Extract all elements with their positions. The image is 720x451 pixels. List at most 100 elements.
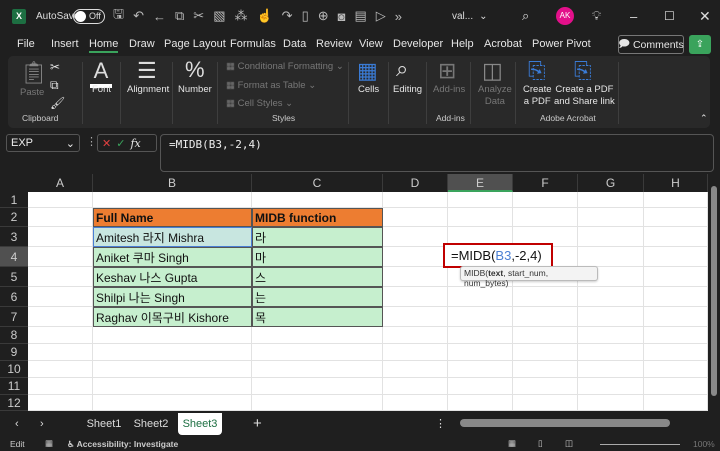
- format-as-table-button[interactable]: ▦ Format as Table ⌄: [226, 80, 316, 91]
- row-header-8[interactable]: 8: [0, 327, 28, 344]
- prev-sheet-icon[interactable]: ‹: [15, 413, 19, 435]
- image-icon[interactable]: ▧: [213, 8, 225, 24]
- midb-result-cell[interactable]: 스: [252, 267, 383, 287]
- row-header-11[interactable]: 11: [0, 378, 28, 395]
- tab-file[interactable]: File: [17, 38, 35, 50]
- add-sheet-icon[interactable]: +: [253, 413, 262, 435]
- column-header-c[interactable]: C: [252, 174, 383, 192]
- pdf-icon[interactable]: ⎘: [528, 58, 546, 84]
- page-break-view-icon[interactable]: ◫: [565, 438, 573, 449]
- minimize-icon[interactable]: –: [630, 0, 637, 32]
- format-icon[interactable]: ⁂: [234, 8, 247, 24]
- share-button[interactable]: ⇪: [689, 35, 711, 54]
- tab-draw[interactable]: Draw: [129, 38, 155, 50]
- tab-data[interactable]: Data: [283, 38, 306, 50]
- zoom-level[interactable]: 100%: [693, 439, 715, 449]
- strike-icon[interactable]: ⊕: [318, 8, 329, 24]
- search-icon[interactable]: ⌕: [522, 0, 529, 32]
- alignment-button[interactable]: Alignment: [127, 84, 169, 95]
- full-name-cell[interactable]: Shilpi 나는 Singh: [93, 287, 252, 307]
- create-share-pdf-button[interactable]: Create a PDF and Share link: [554, 84, 615, 108]
- tab-view[interactable]: View: [359, 38, 383, 50]
- full-name-cell[interactable]: Keshav 나스 Gupta: [93, 267, 252, 287]
- maximize-icon[interactable]: ☐: [664, 0, 675, 32]
- full-name-cell[interactable]: Aniket 쿠마 Singh: [93, 247, 252, 267]
- file-name[interactable]: val...: [452, 11, 473, 22]
- tab-help[interactable]: Help: [451, 38, 474, 50]
- tab-formulas[interactable]: Formulas: [230, 38, 276, 50]
- analyze-data-icon[interactable]: ◫: [482, 58, 503, 84]
- full-name-cell[interactable]: Amitesh 라지 Mishra: [93, 227, 252, 247]
- midb-result-cell[interactable]: 는: [252, 287, 383, 307]
- collapse-ribbon-icon[interactable]: ⌃: [700, 113, 708, 124]
- touch-icon[interactable]: ☝: [256, 8, 272, 24]
- number-button[interactable]: Number: [178, 84, 212, 95]
- avatar[interactable]: AK: [556, 7, 574, 25]
- tab-sheet1[interactable]: Sheet1: [83, 413, 125, 435]
- editing-button[interactable]: Editing: [393, 84, 422, 95]
- row-header-6[interactable]: 6: [0, 287, 28, 307]
- camera-icon[interactable]: ◙: [338, 9, 346, 24]
- more-commands[interactable]: »: [395, 9, 402, 24]
- chevron-down-icon[interactable]: ⌄: [479, 11, 487, 22]
- close-icon[interactable]: ✕: [699, 0, 711, 32]
- paste-icon[interactable]: 📋︎: [20, 60, 48, 86]
- select-all-button[interactable]: [0, 174, 28, 192]
- tab-developer[interactable]: Developer: [393, 38, 443, 50]
- header-full-name[interactable]: Full Name: [93, 208, 252, 227]
- zoom-slider[interactable]: [600, 444, 680, 445]
- name-box[interactable]: EXP ⌄: [6, 134, 80, 152]
- cells-icon[interactable]: ▦: [357, 58, 378, 84]
- cell-e4-editor[interactable]: =MIDB(B3,-2,4): [443, 243, 553, 268]
- column-header-g[interactable]: G: [578, 174, 644, 192]
- column-header-d[interactable]: D: [383, 174, 448, 192]
- row-header-3[interactable]: 3: [0, 227, 28, 247]
- midb-result-cell[interactable]: 목: [252, 307, 383, 327]
- vertical-scrollbar[interactable]: [708, 174, 720, 411]
- comments-button[interactable]: 🗩 Comments: [618, 35, 684, 54]
- tab-sheet3[interactable]: Sheet3: [178, 413, 222, 435]
- row-header-2[interactable]: 2: [0, 208, 28, 227]
- insert-function-icon[interactable]: fx: [130, 137, 140, 150]
- row-header-1[interactable]: 1: [0, 192, 28, 208]
- cell-styles-button[interactable]: ▦ Cell Styles ⌄: [226, 98, 293, 109]
- copy-icon[interactable]: ⧉: [175, 8, 184, 24]
- midb-result-cell[interactable]: 라: [252, 227, 383, 247]
- full-name-cell[interactable]: Raghav 이목구비 Kishore: [93, 307, 252, 327]
- tab-acrobat[interactable]: Acrobat: [484, 38, 522, 50]
- row-header-10[interactable]: 10: [0, 361, 28, 378]
- tab-home[interactable]: Home: [89, 38, 119, 53]
- addins-icon[interactable]: ⊞: [438, 58, 456, 84]
- font-button[interactable]: Font: [92, 84, 111, 95]
- row-header-4[interactable]: 4: [0, 247, 28, 267]
- tab-insert[interactable]: Insert: [51, 38, 79, 50]
- percent-icon[interactable]: %: [185, 57, 205, 83]
- page-layout-view-icon[interactable]: ▯: [538, 438, 543, 449]
- search-icon[interactable]: ⌕: [396, 56, 408, 82]
- analyze-data-button[interactable]: Analyze Data: [478, 84, 512, 108]
- undo-icon[interactable]: ↶: [133, 8, 144, 24]
- format-painter-icon[interactable]: 🖌︎: [50, 96, 65, 110]
- shape-icon[interactable]: ▷: [376, 8, 386, 24]
- alignment-icon[interactable]: ☰: [137, 58, 157, 84]
- midb-result-cell[interactable]: 마: [252, 247, 383, 267]
- create-pdf-button[interactable]: Create a PDF: [523, 84, 552, 108]
- next-sheet-icon[interactable]: ›: [40, 413, 44, 435]
- column-header-h[interactable]: H: [644, 174, 708, 192]
- pdf-share-icon[interactable]: ⎘: [574, 58, 592, 84]
- conditional-formatting-button[interactable]: ▦ Conditional Formatting ⌄: [226, 61, 344, 72]
- save-icon[interactable]: 🖫: [113, 5, 124, 27]
- normal-view-icon[interactable]: ▦: [508, 438, 516, 449]
- accessibility-status[interactable]: ♿︎ Accessibility: Investigate: [67, 439, 178, 450]
- enter-icon[interactable]: ✓: [116, 137, 125, 150]
- cells-button[interactable]: Cells: [358, 84, 379, 95]
- more-icon[interactable]: ⋮: [435, 413, 446, 435]
- column-header-f[interactable]: F: [513, 174, 578, 192]
- macro-icon[interactable]: ▦: [45, 438, 53, 449]
- column-header-a[interactable]: A: [28, 174, 93, 192]
- redo-icon[interactable]: ↷: [282, 8, 293, 24]
- back-icon[interactable]: ←: [153, 9, 166, 24]
- new-icon[interactable]: ▯: [302, 8, 309, 24]
- row-header-12[interactable]: 12: [0, 395, 28, 411]
- column-header-b[interactable]: B: [93, 174, 252, 192]
